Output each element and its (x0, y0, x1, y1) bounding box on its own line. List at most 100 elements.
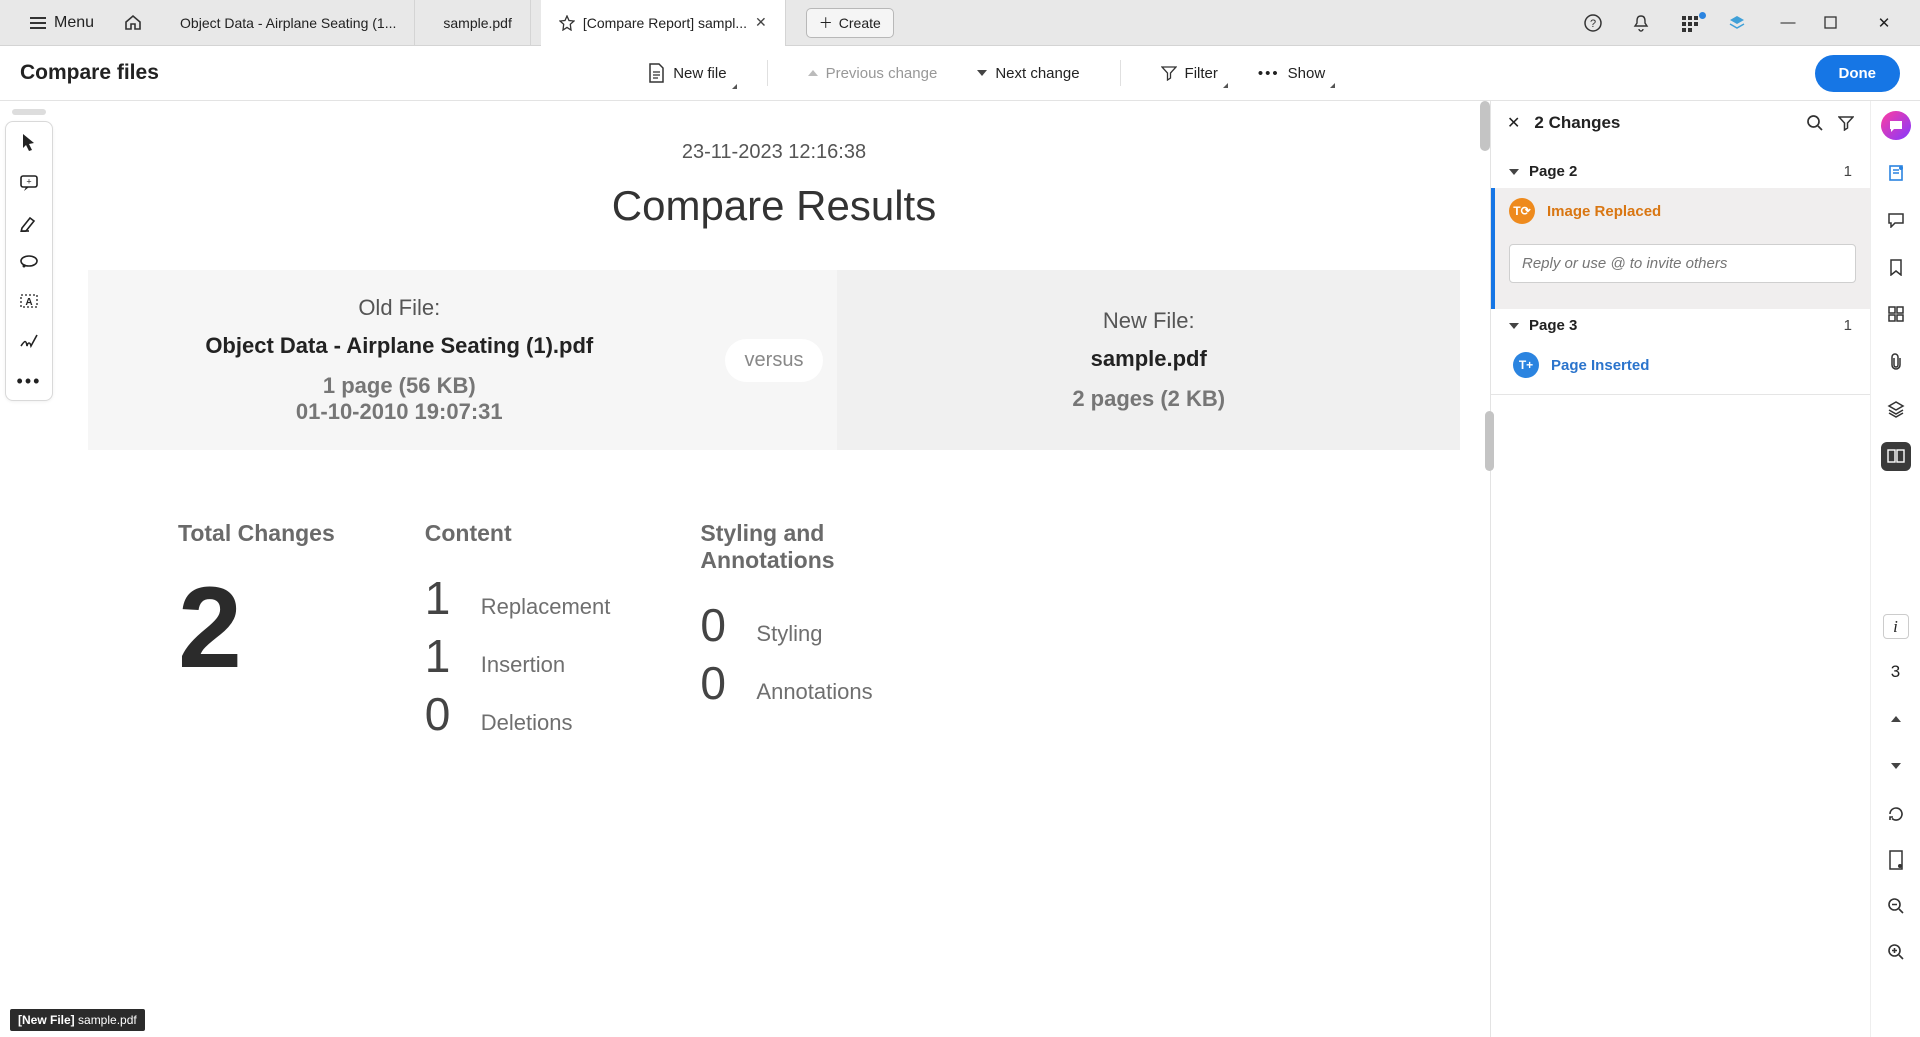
new-file-column: New File: sample.pdf 2 pages (2 KB) (837, 270, 1460, 450)
layers-icon[interactable] (1728, 14, 1752, 32)
text-box-tool-icon[interactable]: A (19, 292, 39, 310)
separator (767, 60, 768, 86)
tab-label: sample.pdf (443, 15, 511, 31)
separator (1120, 60, 1121, 86)
page-change-count: 1 (1844, 163, 1852, 180)
home-button[interactable] (114, 8, 152, 37)
help-icon[interactable]: ? (1584, 14, 1608, 32)
report-heading: Compare Results (58, 182, 1490, 230)
done-button[interactable]: Done (1815, 55, 1901, 92)
document-view: 23-11-2023 12:16:38 Compare Results Old … (58, 101, 1490, 1037)
highlight-tool-icon[interactable] (19, 214, 39, 232)
chevron-down-icon (977, 70, 987, 76)
tool-palette: + A ••• (5, 121, 53, 401)
filter-label: Filter (1185, 65, 1218, 82)
zoom-out-icon[interactable] (1881, 891, 1911, 921)
bell-icon[interactable] (1632, 14, 1656, 32)
chevron-down-icon (1509, 323, 1519, 329)
next-change-button[interactable]: Next change (971, 61, 1085, 86)
panel-filter-icon[interactable] (1838, 115, 1854, 131)
tab-object-data[interactable]: Object Data - Airplane Seating (1... (162, 0, 415, 46)
change-page-inserted[interactable]: T+ Page Inserted (1509, 342, 1852, 388)
comment-tool-icon[interactable]: + (19, 174, 39, 192)
stat-total: Total Changes 2 (178, 520, 335, 745)
page-number-display[interactable]: 3 (1881, 657, 1911, 686)
panel-search-icon[interactable] (1806, 114, 1824, 132)
old-file-label: Old File: (358, 295, 440, 321)
tab-sample[interactable]: sample.pdf (425, 0, 530, 46)
lasso-tool-icon[interactable] (19, 254, 39, 270)
info-button[interactable]: i (1883, 614, 1909, 639)
page-2-header[interactable]: Page 2 1 (1509, 155, 1852, 188)
page-3-header[interactable]: Page 3 1 (1509, 309, 1852, 342)
dropdown-indicator-icon (1330, 83, 1335, 88)
file-compare-band: Old File: Object Data - Airplane Seating… (88, 270, 1460, 450)
page-number-value: 3 (1891, 662, 1900, 682)
create-label: Create (839, 15, 881, 31)
show-label: Show (1288, 65, 1326, 82)
sign-tool-icon[interactable] (19, 332, 39, 350)
thumbnails-panel-icon[interactable] (1881, 300, 1911, 329)
window-titlebar: Menu Object Data - Airplane Seating (1..… (0, 0, 1920, 46)
styling-label: Styling (756, 621, 822, 647)
footer-prefix: [New File] (18, 1013, 75, 1027)
palette-grip[interactable] (12, 109, 46, 115)
ellipsis-icon: ••• (1258, 65, 1280, 82)
more-tools-icon[interactable]: ••• (17, 372, 42, 390)
chevron-down-icon (1891, 763, 1901, 769)
report-timestamp: 23-11-2023 12:16:38 (58, 141, 1490, 164)
panel-scrollbar[interactable] (1485, 411, 1494, 471)
ai-assistant-icon[interactable] (1881, 111, 1911, 140)
page-panel-icon[interactable] (1881, 158, 1911, 187)
zoom-in-icon[interactable] (1881, 937, 1911, 967)
content-label: Content (425, 520, 611, 547)
tab-label: Object Data - Airplane Seating (1... (180, 15, 396, 31)
stat-content: Content 1Replacement 1Insertion 0Deletio… (425, 520, 611, 745)
tab-compare-report[interactable]: [Compare Report] sampl... ✕ (541, 0, 786, 46)
page-display-icon[interactable] (1881, 845, 1911, 875)
new-file-button[interactable]: New file (642, 59, 732, 87)
page-label: Page 2 (1529, 163, 1577, 180)
deletion-count: 0 (425, 687, 459, 741)
styling-count: 0 (700, 598, 734, 652)
new-file-meta-size: 2 pages (2 KB) (1072, 386, 1225, 412)
plus-icon: ＋ (819, 13, 833, 33)
maximize-button[interactable] (1824, 16, 1848, 29)
minimize-button[interactable]: — (1776, 14, 1800, 31)
page-down-button[interactable] (1881, 752, 1911, 781)
insertion-label: Insertion (481, 652, 565, 678)
toolbar-center: New file Previous change Next change Fil… (642, 59, 1331, 87)
panel-close-button[interactable]: ✕ (1507, 113, 1520, 133)
change-image-replaced[interactable]: T⟳ Image Replaced (1491, 188, 1870, 234)
comment-panel-icon[interactable] (1881, 205, 1911, 234)
compare-panel-icon[interactable] (1881, 442, 1911, 471)
filter-button[interactable]: Filter (1155, 61, 1224, 86)
show-button[interactable]: ••• Show (1252, 61, 1331, 86)
svg-text:?: ? (1590, 18, 1596, 30)
text-insert-icon: T+ (1513, 352, 1539, 378)
bookmark-panel-icon[interactable] (1881, 253, 1911, 282)
attachment-panel-icon[interactable] (1881, 347, 1911, 376)
stat-styling: Styling and Annotations 0Styling 0Annota… (700, 520, 880, 745)
rotate-view-icon[interactable] (1881, 799, 1911, 829)
toolbar-title: Compare files (20, 61, 159, 85)
new-file-label: New file (673, 65, 726, 82)
old-file-meta-date: 01-10-2010 19:07:31 (296, 399, 503, 425)
styling-annot-label: Styling and Annotations (700, 520, 880, 574)
hamburger-menu-button[interactable]: Menu (20, 10, 104, 36)
page-up-button[interactable] (1881, 705, 1911, 734)
text-replace-icon: T⟳ (1509, 198, 1535, 224)
previous-change-button[interactable]: Previous change (802, 61, 944, 86)
create-button[interactable]: ＋ Create (806, 8, 894, 38)
reply-area (1491, 234, 1870, 309)
tab-close-button[interactable]: ✕ (755, 14, 767, 31)
versus-pill: versus (725, 339, 824, 382)
reply-input[interactable] (1509, 244, 1856, 283)
funnel-icon (1161, 65, 1177, 81)
old-file-name: Object Data - Airplane Seating (1).pdf (205, 333, 593, 359)
apps-grid-icon[interactable] (1680, 14, 1704, 32)
select-tool-icon[interactable] (20, 132, 38, 152)
doc-scrollbar[interactable] (1480, 101, 1490, 151)
layers-panel-icon[interactable] (1881, 394, 1911, 423)
close-window-button[interactable]: ✕ (1872, 14, 1896, 32)
